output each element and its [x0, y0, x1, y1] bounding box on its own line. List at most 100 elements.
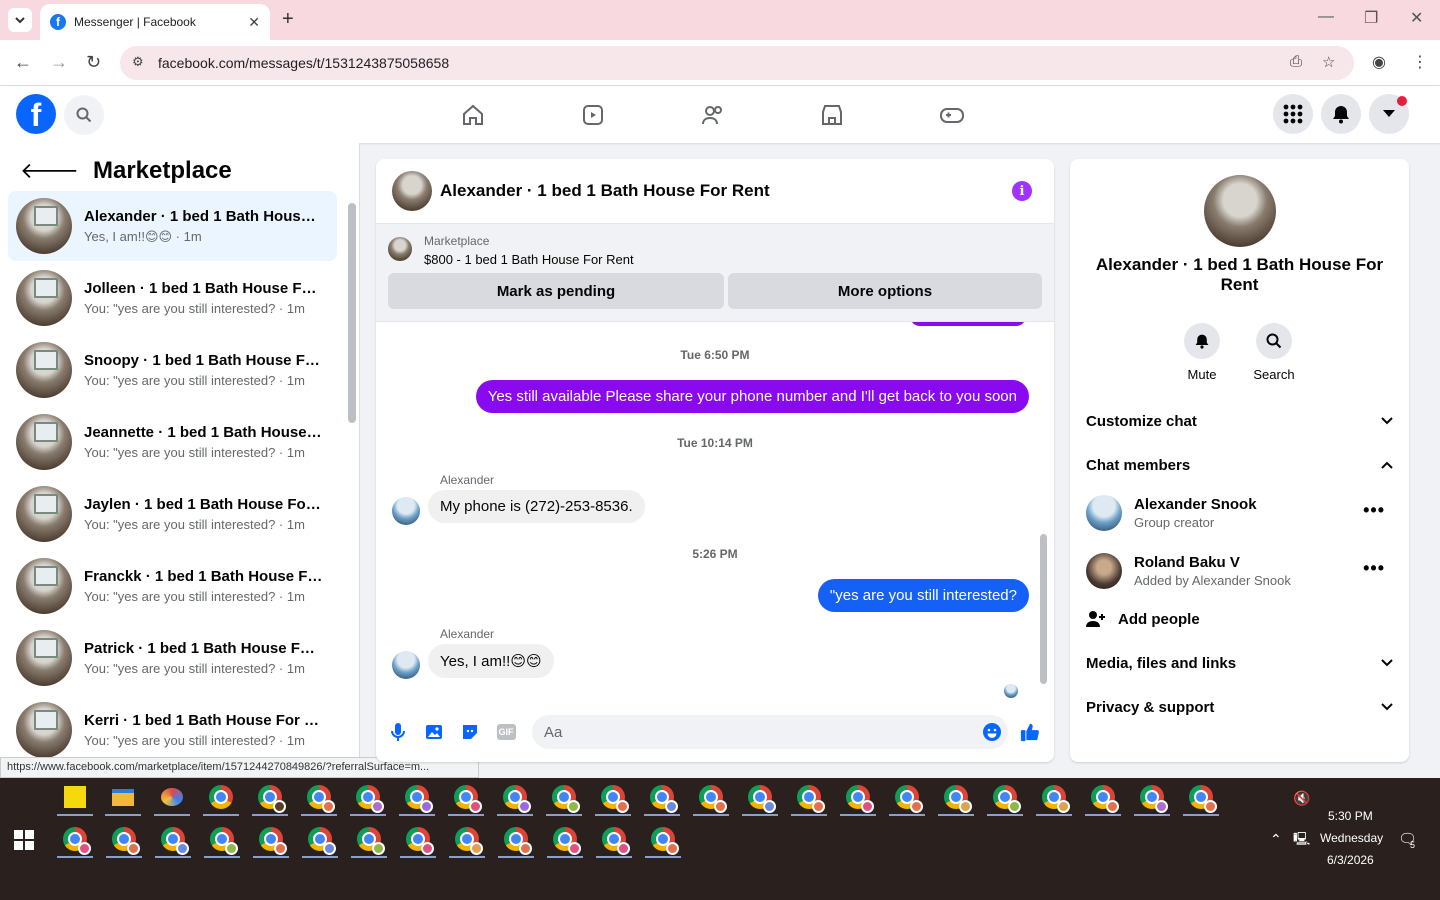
chrome-profile-icon[interactable] [840, 780, 876, 816]
video-nav-button[interactable] [579, 101, 607, 129]
chrome-profile-icon[interactable] [252, 780, 288, 816]
message-input[interactable] [532, 715, 1008, 749]
privacy-support-section[interactable]: Privacy & support [1086, 687, 1393, 727]
file-explorer-icon[interactable] [105, 780, 141, 816]
facebook-search-button[interactable] [64, 95, 104, 135]
conversation-item[interactable]: Jolleen · 1 bed 1 Bath House For Rent You… [8, 263, 337, 333]
profile-icon[interactable]: ◉ [1372, 52, 1386, 72]
mute-button[interactable]: Mute [1172, 323, 1232, 382]
chrome-profile-icon[interactable] [204, 822, 240, 858]
mark-as-pending-button[interactable]: Mark as pending [388, 273, 724, 309]
outgoing-message[interactable]: Yes still available Please share your ph… [475, 380, 1029, 413]
friends-nav-button[interactable] [699, 101, 727, 129]
chrome-profile-icon[interactable] [987, 780, 1023, 816]
incoming-message[interactable]: Yes, I am!!😊😊 [428, 644, 554, 678]
sender-avatar[interactable] [392, 497, 420, 525]
chrome-profile-icon[interactable] [1036, 780, 1072, 816]
chat-members-section[interactable]: Chat members [1086, 445, 1393, 485]
chrome-profile-icon[interactable] [498, 822, 534, 858]
chrome-profile-icon[interactable] [644, 780, 680, 816]
chrome-profile-icon[interactable] [155, 822, 191, 858]
chat-member-row[interactable]: Alexander Snook Group creator ••• [1086, 488, 1393, 538]
conversation-item[interactable]: Franckk · 1 bed 1 Bath House For Rent You… [8, 551, 337, 621]
chrome-profile-icon[interactable] [938, 780, 974, 816]
send-like-button[interactable] [1020, 722, 1040, 742]
restore-icon[interactable]: ❐ [1364, 8, 1378, 28]
back-arrow-icon[interactable]: 🡐 [20, 158, 79, 184]
sticky-notes-icon[interactable] [57, 780, 93, 816]
outgoing-message[interactable]: "yes are you still interested? [817, 579, 1029, 612]
menu-button[interactable] [1273, 94, 1313, 134]
gif-button[interactable]: GIF [496, 722, 516, 742]
chat-avatar[interactable] [392, 171, 432, 211]
chrome-profile-icon[interactable] [1085, 780, 1121, 816]
chrome-profile-icon[interactable] [1183, 780, 1219, 816]
search-in-conversation-button[interactable]: Search [1244, 323, 1304, 382]
tab-search-button[interactable] [8, 8, 32, 32]
forward-icon[interactable]: → [50, 52, 68, 73]
chrome-profile-icon[interactable] [497, 780, 533, 816]
voice-clip-button[interactable] [388, 722, 408, 742]
close-window-icon[interactable]: ✕ [1410, 8, 1423, 28]
clock-time[interactable]: 5:30 PM [1328, 809, 1373, 823]
conversation-item[interactable]: Jaylen · 1 bed 1 Bath House For Rent You:… [8, 479, 337, 549]
install-app-icon[interactable]: ⎙ [1290, 53, 1302, 70]
close-tab-icon[interactable]: ✕ [248, 14, 260, 31]
bookmark-star-icon[interactable]: ☆ [1322, 53, 1335, 71]
chrome-profile-icon[interactable] [400, 822, 436, 858]
conversation-item[interactable]: Alexander · 1 bed 1 Bath House For Rent Y… [8, 191, 337, 261]
chrome-profile-icon[interactable] [350, 780, 386, 816]
chat-title[interactable]: Alexander · 1 bed 1 Bath House For Rent [440, 181, 770, 201]
site-info-icon[interactable]: ⚙ [132, 54, 144, 70]
clock-date[interactable]: 6/3/2026 [1327, 853, 1374, 867]
incoming-message[interactable]: My phone is (272)-253-8536. [428, 490, 645, 523]
customize-chat-section[interactable]: Customize chat [1086, 401, 1393, 441]
chrome-profile-icon[interactable] [742, 780, 778, 816]
account-button[interactable] [1369, 94, 1409, 134]
emoji-button[interactable] [982, 722, 1002, 742]
sticker-button[interactable] [460, 722, 480, 742]
message-scrollbar[interactable] [1040, 534, 1047, 684]
marketplace-nav-button[interactable] [818, 101, 846, 129]
chat-member-row[interactable]: Roland Baku V Added by Alexander Snook ••… [1086, 546, 1393, 596]
conversation-item[interactable]: Patrick · 1 bed 1 Bath House For Rent You… [8, 623, 337, 693]
chrome-profile-icon[interactable] [889, 780, 925, 816]
chrome-icon[interactable] [203, 780, 239, 816]
clock-day[interactable]: Wednesday [1320, 831, 1383, 845]
conversation-avatar[interactable] [1204, 175, 1276, 247]
info-icon[interactable]: i [1012, 181, 1032, 201]
chrome-profile-icon[interactable] [791, 780, 827, 816]
chrome-profile-icon[interactable] [547, 822, 583, 858]
media-files-links-section[interactable]: Media, files and links [1086, 643, 1393, 683]
chrome-profile-icon[interactable] [253, 822, 289, 858]
gaming-nav-button[interactable] [938, 101, 966, 129]
reload-icon[interactable]: ↻ [86, 52, 101, 73]
browser-tab[interactable]: f Messenger | Facebook ✕ [40, 4, 270, 40]
chrome-profile-icon[interactable] [449, 822, 485, 858]
volume-muted-icon[interactable]: 🔇 [1293, 790, 1310, 807]
windows-start-icon[interactable] [14, 830, 34, 850]
chrome-profile-icon[interactable] [546, 780, 582, 816]
add-people-button[interactable]: Add people [1086, 599, 1393, 639]
chrome-profile-icon[interactable] [1134, 780, 1170, 816]
chrome-profile-icon[interactable] [596, 822, 632, 858]
facebook-logo[interactable]: f [16, 94, 56, 134]
more-options-icon[interactable]: ••• [1363, 500, 1385, 521]
conversation-item[interactable]: Snoopy · 1 bed 1 Bath House For Rent You:… [8, 335, 337, 405]
back-icon[interactable]: ← [14, 52, 32, 73]
attach-photo-button[interactable] [424, 722, 444, 742]
listing-thumbnail[interactable] [388, 237, 412, 261]
chrome-profile-icon[interactable] [645, 822, 681, 858]
chrome-profile-icon[interactable] [57, 822, 93, 858]
chrome-profile-icon[interactable] [693, 780, 729, 816]
minimize-icon[interactable]: — [1318, 8, 1334, 26]
more-options-button[interactable]: More options [728, 273, 1042, 309]
network-icon[interactable]: 🖳 [1293, 830, 1310, 852]
conversation-item[interactable]: Jeannette · 1 bed 1 Bath House For Rent Y… [8, 407, 337, 477]
chrome-profile-icon[interactable] [302, 822, 338, 858]
browser-menu-icon[interactable]: ⋮ [1412, 52, 1428, 72]
conversation-item[interactable]: Kerri · 1 bed 1 Bath House For Rent You: … [8, 695, 337, 765]
paint-app-icon[interactable] [154, 780, 190, 816]
chrome-profile-icon[interactable] [106, 822, 142, 858]
chrome-profile-icon[interactable] [301, 780, 337, 816]
